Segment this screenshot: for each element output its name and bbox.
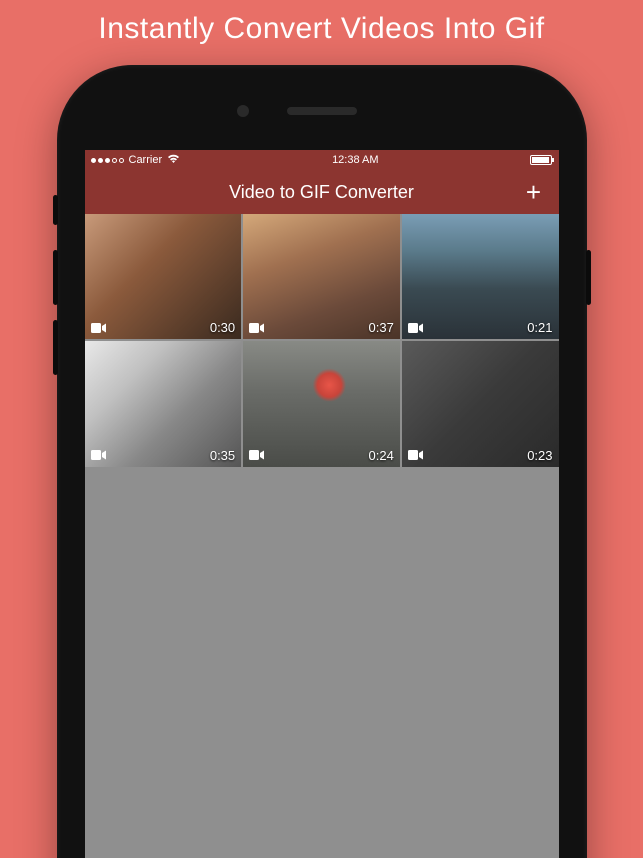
- add-button[interactable]: +: [519, 170, 549, 214]
- video-thumbnail[interactable]: 0:24: [243, 341, 400, 466]
- marketing-banner: Instantly Convert Videos Into Gif: [0, 0, 643, 46]
- video-duration: 0:21: [527, 320, 552, 335]
- phone-camera: [237, 105, 249, 117]
- video-duration: 0:24: [369, 448, 394, 463]
- battery-icon: [530, 155, 552, 165]
- video-duration: 0:37: [369, 320, 394, 335]
- video-icon: [91, 323, 106, 333]
- video-icon: [249, 450, 264, 460]
- signal-icon: [91, 158, 124, 163]
- volume-up-button: [53, 250, 58, 305]
- video-duration: 0:30: [210, 320, 235, 335]
- page-title: Video to GIF Converter: [229, 182, 414, 203]
- video-thumbnail[interactable]: 0:35: [85, 341, 242, 466]
- video-icon: [249, 323, 264, 333]
- power-button: [586, 250, 591, 305]
- volume-down-button: [53, 320, 58, 375]
- video-thumbnail[interactable]: 0:21: [402, 214, 559, 339]
- status-bar: Carrier 12:38 AM: [85, 150, 559, 170]
- video-thumbnail[interactable]: 0:23: [402, 341, 559, 466]
- video-thumbnail[interactable]: 0:30: [85, 214, 242, 339]
- video-thumbnail[interactable]: 0:37: [243, 214, 400, 339]
- phone-speaker: [287, 107, 357, 115]
- video-icon: [91, 450, 106, 460]
- video-grid: 0:30 0:37 0:21: [85, 214, 559, 467]
- video-duration: 0:23: [527, 448, 552, 463]
- screen: Carrier 12:38 AM Video to GIF Converter …: [85, 150, 559, 858]
- wifi-icon: [167, 154, 180, 167]
- nav-bar: Video to GIF Converter +: [85, 170, 559, 214]
- video-icon: [408, 450, 423, 460]
- status-time: 12:38 AM: [332, 154, 378, 166]
- video-duration: 0:35: [210, 448, 235, 463]
- mute-switch: [53, 195, 58, 225]
- phone-frame: Carrier 12:38 AM Video to GIF Converter …: [57, 65, 587, 858]
- carrier-label: Carrier: [129, 154, 163, 166]
- video-icon: [408, 323, 423, 333]
